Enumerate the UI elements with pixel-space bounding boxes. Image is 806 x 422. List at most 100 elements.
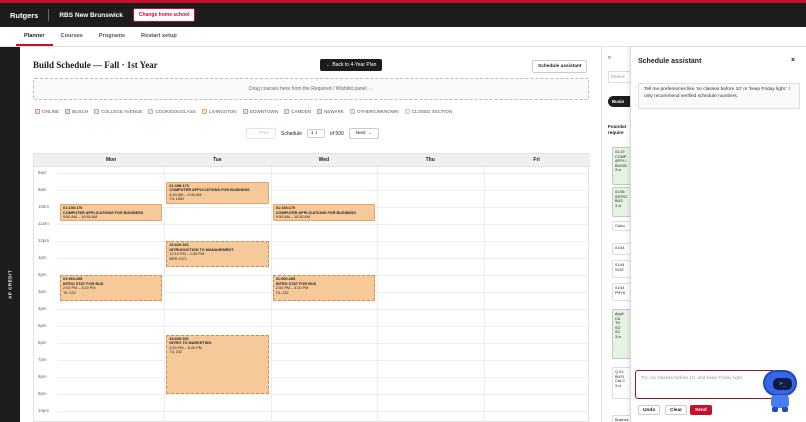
requirement-card[interactable]: 01:64 SCIE — [612, 260, 632, 278]
legend-item[interactable]: CAMDEN — [284, 109, 311, 114]
hour-gridline — [58, 411, 590, 412]
hour-label: 3pm — [38, 289, 47, 294]
legend-label: DOWNTOWN — [249, 109, 279, 114]
hour-gridline — [58, 360, 590, 361]
main-nav: Planner Courses Programs Restart setup — [0, 27, 806, 47]
requirement-card[interactable]: Busines — [612, 415, 632, 422]
undo-button[interactable]: Undo — [638, 405, 661, 415]
ap-credit-tab[interactable]: AP CREDIT — [2, 265, 18, 303]
mascot-foot — [782, 407, 788, 412]
legend-item[interactable]: ONLINE — [35, 109, 59, 114]
build-schedule-panel: Build Schedule — Fall · 1st Year ← Back … — [20, 47, 602, 422]
legend-item[interactable]: CLOSED SECTION — [404, 109, 452, 114]
course-block[interactable]: 01:198:170 COMPUTER APPLICATIONS FOR BUSI… — [272, 204, 376, 222]
requirement-card[interactable]: 01:96 INTRO BUS 3 cr — [612, 187, 632, 217]
requirement-card[interactable]: 01:64 PHYS — [612, 283, 632, 301]
campus-legend: ONLINE BUSCH COLLEGE AVENUE COOK/DOUGLASS LI… — [35, 109, 452, 114]
card-line: 3 cr — [615, 203, 622, 208]
clear-button[interactable]: Clear — [665, 405, 687, 415]
legend-item[interactable]: NEWARK — [317, 109, 344, 114]
close-icon[interactable]: × — [791, 57, 795, 64]
requirement-card[interactable]: 01:64 — [612, 243, 632, 255]
hour-gridline — [58, 241, 590, 242]
hour-label: 5pm — [38, 323, 47, 328]
assistant-input[interactable]: Try: no classes before 10, and keep Frid… — [635, 370, 775, 399]
schedule-pager: ← Prev Schedule 1 ⇕ of 500 Next → — [246, 128, 379, 139]
hour-gridline — [58, 258, 590, 259]
course-dropzone[interactable]: Drag courses here from the Required / Wi… — [33, 78, 589, 100]
send-button[interactable]: Send — [690, 405, 712, 415]
brand-logo[interactable]: Rutgers — [10, 11, 38, 20]
course-room: TIL 232 — [275, 290, 289, 295]
requirement-card[interactable]: Appli CA TH SO SC 3 cr — [612, 309, 632, 359]
next-schedule-button[interactable]: Next → — [348, 128, 379, 139]
course-room: TIL 108J — [169, 197, 185, 202]
week-calendar: Mon Tue Wed Thu Fri 8am 9am 10am 11am 12pm 1pm 2pm… — [33, 153, 590, 422]
course-time: 9:50 AM – 10:30 AM — [275, 215, 310, 220]
hour-gridline — [58, 343, 590, 344]
legend-label: LIVINGSTON — [208, 109, 237, 114]
day-header: Mon — [105, 157, 117, 163]
legend-label: CAMDEN — [291, 109, 311, 114]
hour-label: 11am — [38, 221, 49, 226]
hour-gridline — [58, 394, 590, 395]
campus-name: RBS New Brunswick — [59, 11, 123, 19]
legend-label: NEWARK — [324, 109, 344, 114]
legend-label: OTHER/UNKNOWN — [357, 109, 399, 114]
hour-label: 7pm — [38, 357, 47, 362]
column-divider — [483, 167, 485, 422]
hour-label: 1pm — [38, 255, 47, 260]
legend-item[interactable]: COOK/DOUGLASS — [148, 109, 196, 114]
day-header: Tue — [213, 157, 222, 163]
requirements-tab[interactable]: R — [608, 55, 611, 60]
legend-item[interactable]: DOWNTOWN — [242, 109, 279, 114]
legend-swatch — [404, 109, 410, 114]
card-line: 3 cr — [615, 383, 622, 388]
card-line: SCIE — [615, 267, 624, 272]
dropzone-hint: Drag courses here from the Required / Wi… — [249, 86, 373, 92]
hour-gridline — [58, 190, 590, 191]
hour-gridline — [58, 326, 590, 327]
legend-label: COOK/DOUGLASS — [155, 109, 196, 114]
requirement-card[interactable]: Calcu — [612, 221, 632, 231]
tab-programs[interactable]: Programs — [91, 33, 133, 46]
legend-label: BUSCH — [72, 109, 89, 114]
requirements-panel: R Review Busin Foundat require 01:19 COMP A… — [602, 47, 632, 422]
back-to-plan-button[interactable]: ← Back to 4-Year Plan — [320, 59, 383, 71]
hour-label: 4pm — [38, 306, 47, 311]
brand-divider — [48, 9, 50, 21]
course-time: 9:50 AM – 10:55 AM — [63, 215, 98, 220]
stepper-icon: ⇕ — [314, 131, 318, 135]
change-home-school-button[interactable]: Change home school — [132, 8, 196, 22]
course-block[interactable]: 01:198:170 COMPUTER APPLICATIONS FOR BUSI… — [60, 204, 163, 222]
hour-label: 8am — [38, 170, 47, 175]
hour-label: 8pm — [38, 374, 47, 379]
course-block[interactable]: 33:620:301 INTRODUCTION TO MANAGEMENT 12:1… — [166, 241, 269, 267]
course-block[interactable]: 01:960:285 INTRO STAT FOR BUS 2:00 PM – 3:… — [60, 275, 163, 301]
business-filter-pill[interactable]: Busin — [608, 96, 632, 107]
schedule-assistant-button[interactable]: Schedule assistant — [532, 60, 588, 73]
course-block[interactable]: 01:198:170 COMPUTER APPLICATIONS FOR BUSI… — [166, 181, 269, 205]
schedule-number-input[interactable]: 1 ⇕ — [306, 129, 325, 138]
requirement-card[interactable]: Q 01: BUSI CALC 3 cr — [612, 367, 632, 399]
assistant-mascot-icon[interactable]: >_ — [762, 370, 800, 414]
course-room: TIL 232 — [63, 290, 76, 295]
hour-gridline — [58, 173, 590, 174]
legend-item[interactable]: COLLEGE AVENUE — [94, 109, 142, 114]
tab-planner[interactable]: Planner — [16, 33, 53, 46]
card-line: Calcu — [615, 224, 625, 228]
review-field[interactable]: Review — [608, 71, 632, 83]
prev-schedule-button[interactable]: ← Prev — [246, 128, 276, 139]
schedule-total: of 500 — [329, 130, 344, 137]
course-block[interactable]: 01:960:285 INTRO STAT FOR BUS 2:00 PM – 3:… — [272, 275, 376, 301]
requirement-card[interactable]: 01:19 COMP APPLI BUSIN 3 cr — [612, 147, 632, 185]
tab-restart-setup[interactable]: Restart setup — [133, 33, 185, 46]
legend-item[interactable]: BUSCH — [65, 109, 88, 114]
legend-label: ONLINE — [42, 109, 60, 114]
legend-item[interactable]: LIVINGSTON — [201, 109, 237, 114]
legend-label: COLLEGE AVENUE — [101, 109, 143, 114]
course-block[interactable]: 33:630:301 INTRO TO MARKETING 5:40 PM – 8:… — [166, 334, 269, 394]
legend-item[interactable]: OTHER/UNKNOWN — [350, 109, 399, 114]
tab-courses[interactable]: Courses — [53, 33, 91, 46]
hour-gridline — [58, 377, 590, 378]
